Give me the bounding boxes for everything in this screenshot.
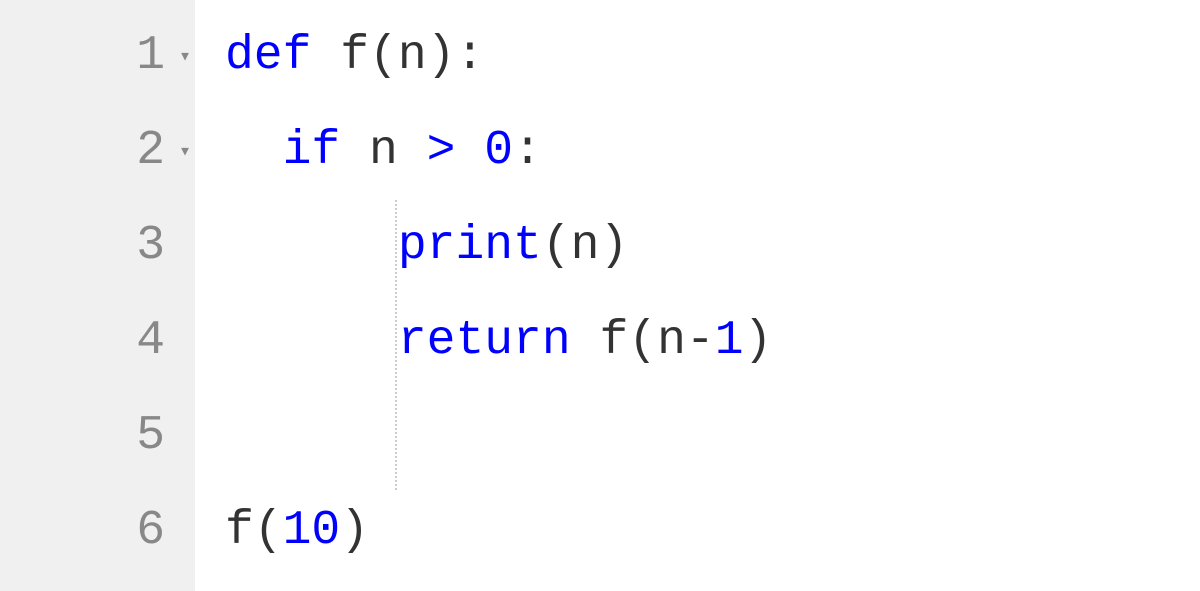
keyword-if: if <box>283 124 341 178</box>
fold-marker-icon[interactable]: ▾ <box>179 43 191 69</box>
call-expr: f(n- <box>599 314 714 368</box>
indent-guide <box>395 200 397 490</box>
line-number: 3 <box>136 219 165 273</box>
code-line-3[interactable]: print(n) <box>225 198 1200 293</box>
keyword-def: def <box>225 29 311 83</box>
close-paren: ) <box>744 314 773 368</box>
gutter-line-5[interactable]: 5 <box>0 388 195 483</box>
line-number: 5 <box>136 409 165 463</box>
builtin-print: print <box>398 219 542 273</box>
code-text <box>340 124 369 178</box>
line-number-gutter: 1 ▾ 2 ▾ 3 4 5 6 <box>0 0 195 591</box>
call-args: (n) <box>542 219 628 273</box>
indent <box>225 219 398 273</box>
gutter-line-6[interactable]: 6 <box>0 483 195 578</box>
code-text <box>571 314 600 368</box>
gutter-line-4[interactable]: 4 <box>0 293 195 388</box>
code-text <box>455 124 484 178</box>
code-line-6[interactable]: f(10) <box>225 483 1200 578</box>
indent <box>225 314 398 368</box>
line-number: 2 <box>136 124 165 178</box>
code-editor-area[interactable]: def f(n): if n > 0: print(n) return f(n-… <box>195 0 1200 591</box>
line-number: 1 <box>136 29 165 83</box>
number-literal: 1 <box>715 314 744 368</box>
gutter-line-1[interactable]: 1 ▾ <box>0 8 195 103</box>
call-expr: f( <box>225 504 283 558</box>
code-line-1[interactable]: def f(n): <box>225 8 1200 103</box>
function-signature: f(n): <box>340 29 484 83</box>
number-literal: 0 <box>484 124 513 178</box>
keyword-return: return <box>398 314 571 368</box>
fold-marker-icon[interactable]: ▾ <box>179 138 191 164</box>
colon: : <box>513 124 542 178</box>
variable: n <box>369 124 427 178</box>
number-literal: 10 <box>283 504 341 558</box>
gutter-line-2[interactable]: 2 ▾ <box>0 103 195 198</box>
code-line-4[interactable]: return f(n-1) <box>225 293 1200 388</box>
code-text <box>311 29 340 83</box>
code-line-2[interactable]: if n > 0: <box>225 103 1200 198</box>
line-number: 4 <box>136 314 165 368</box>
indent <box>225 124 283 178</box>
code-line-5[interactable] <box>225 388 1200 483</box>
operator-gt: > <box>427 124 456 178</box>
gutter-line-3[interactable]: 3 <box>0 198 195 293</box>
line-number: 6 <box>136 504 165 558</box>
close-paren: ) <box>340 504 369 558</box>
